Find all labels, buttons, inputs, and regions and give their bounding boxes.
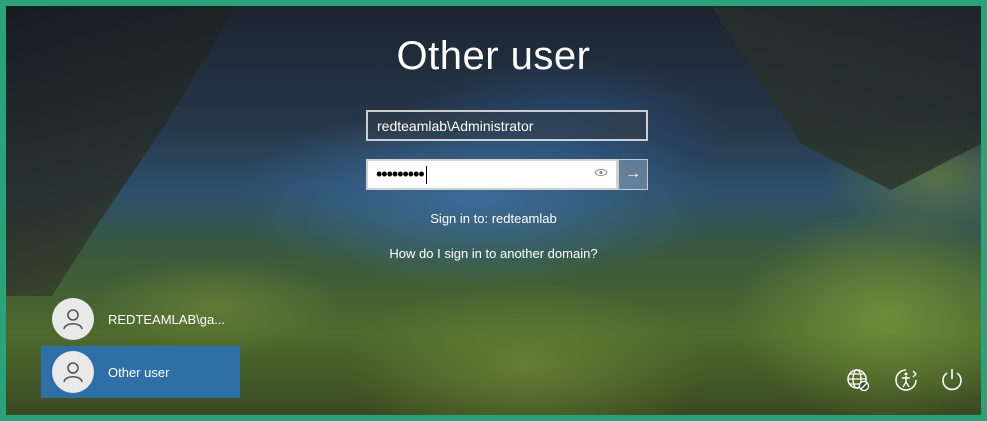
user-tile-label: Other user bbox=[108, 364, 170, 380]
eye-icon[interactable] bbox=[594, 168, 608, 180]
submit-button[interactable]: → bbox=[618, 159, 648, 190]
network-globe-icon[interactable] bbox=[844, 366, 872, 394]
other-domain-help-link[interactable]: How do I sign in to another domain? bbox=[6, 246, 981, 261]
user-avatar-icon bbox=[52, 298, 94, 340]
user-tile-redteamlab[interactable]: REDTEAMLAB\ga... bbox=[41, 293, 240, 345]
text-caret bbox=[425, 166, 427, 185]
user-avatar-icon bbox=[52, 351, 94, 393]
username-field[interactable]: redteamlab\Administrator bbox=[366, 110, 648, 141]
power-icon[interactable] bbox=[938, 366, 966, 394]
password-field[interactable]: ••••••••• bbox=[366, 159, 618, 190]
lock-screen: Other user redteamlab\Administrator ••••… bbox=[0, 0, 987, 421]
sign-in-domain-text: Sign in to: redteamlab bbox=[430, 211, 557, 226]
user-tile-label: REDTEAMLAB\ga... bbox=[108, 311, 226, 327]
ease-of-access-icon[interactable] bbox=[892, 366, 920, 394]
password-mask: ••••••••• bbox=[376, 164, 425, 184]
page-title: Other user bbox=[396, 34, 591, 78]
arrow-right-icon: → bbox=[625, 165, 641, 182]
user-tile-other-user[interactable]: Other user bbox=[41, 346, 240, 398]
